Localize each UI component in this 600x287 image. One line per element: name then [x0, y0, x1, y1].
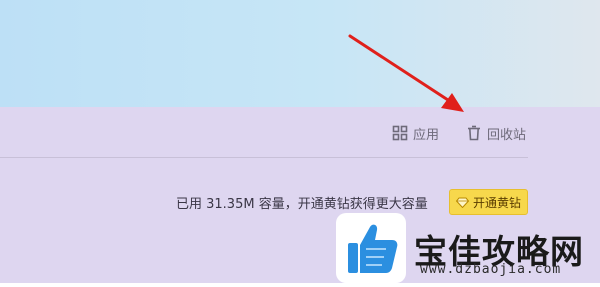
recycle-bin-label: 回收站 [487, 127, 527, 143]
toolbar: 应用 回收站 [0, 107, 600, 157]
toolbar-divider [0, 157, 528, 158]
apps-button[interactable]: 应用 [392, 122, 439, 144]
recycle-bin-button[interactable]: 回收站 [466, 122, 526, 144]
site-watermark: 宝佳攻略网 www.dzbaojia.com [336, 213, 600, 283]
thumbs-up-icon [348, 224, 398, 273]
diamond-icon [455, 197, 469, 208]
upgrade-label: 开通黄钻 [472, 195, 521, 210]
yellow-diamond-upgrade-button[interactable]: 开通黄钻 [449, 189, 528, 215]
watermark-url: www.dzbaojia.com [420, 262, 562, 277]
trash-icon [468, 125, 480, 141]
grid-icon [392, 125, 408, 141]
apps-label: 应用 [413, 127, 440, 143]
storage-quota-text: 已用 31.35M 容量，开通黄钻获得更大容量 [176, 196, 428, 212]
thumbs-up-logo [336, 213, 406, 283]
header-banner [0, 0, 600, 107]
